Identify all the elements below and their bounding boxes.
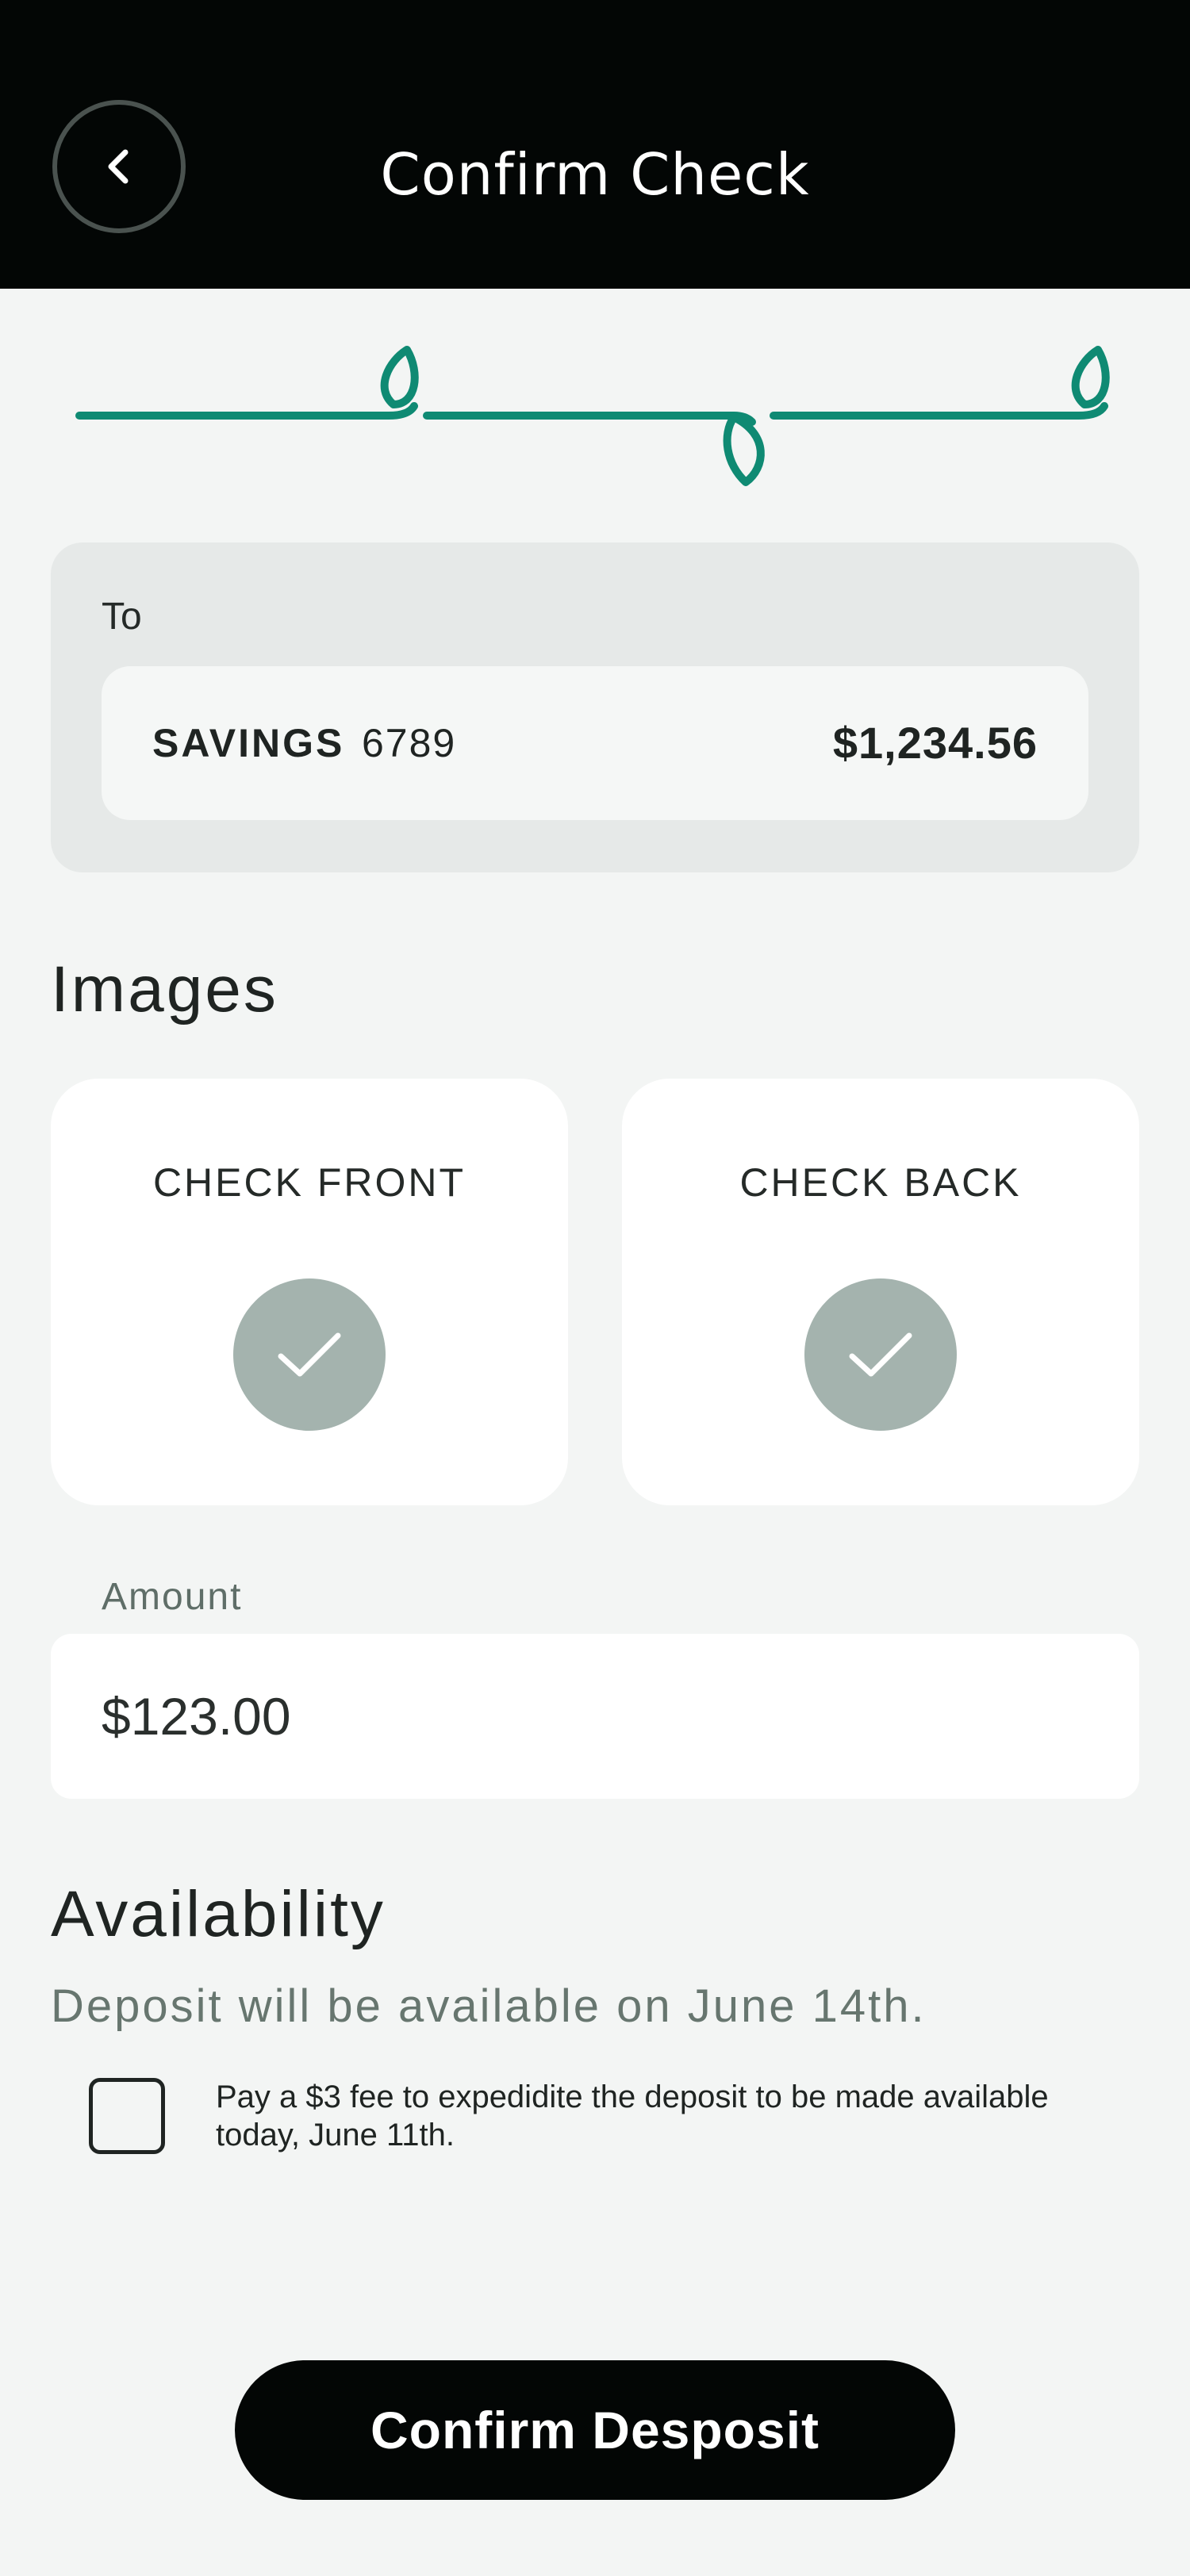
check-back-card[interactable]: CHECK BACK [622,1079,1139,1505]
step-3-line [770,402,1108,420]
step-1-line [75,402,418,420]
expedite-fee-checkbox[interactable] [89,2078,165,2154]
confirm-deposit-button[interactable]: Confirm Desposit [235,2360,955,2500]
page-title: Confirm Check [380,141,810,208]
check-front-label: CHECK FRONT [152,1160,466,1205]
top-bar: Confirm Check [0,0,1190,289]
check-back-label: CHECK BACK [739,1160,1022,1205]
checkmark-icon [849,1332,912,1377]
step-2-line [423,412,756,426]
check-front-status [233,1278,386,1431]
selected-account[interactable]: SAVINGS 6789 $1,234.56 [102,666,1088,820]
account-balance: $1,234.56 [832,718,1038,768]
amount-label: Amount [102,1576,243,1618]
account-type: SAVINGS [152,721,345,765]
images-section-title: Images [51,953,278,1025]
availability-section-title: Availability [51,1878,386,1950]
availability-note: Deposit will be available on June 14th. [51,1980,927,2032]
checkmark-icon [278,1332,341,1377]
to-label: To [102,596,142,638]
check-back-status [804,1278,957,1431]
check-front-card[interactable]: CHECK FRONT [51,1079,568,1505]
step-1-leaf-icon [380,346,419,408]
expedite-fee-label[interactable]: Pay a $3 fee to expedidite the deposit t… [216,2078,1120,2154]
step-3-leaf-icon [1071,346,1110,408]
progress-stepper [75,346,1110,486]
account-number: 6789 [362,721,457,765]
step-2-leaf-icon [723,413,765,486]
amount-input[interactable]: $123.00 [51,1634,1139,1799]
